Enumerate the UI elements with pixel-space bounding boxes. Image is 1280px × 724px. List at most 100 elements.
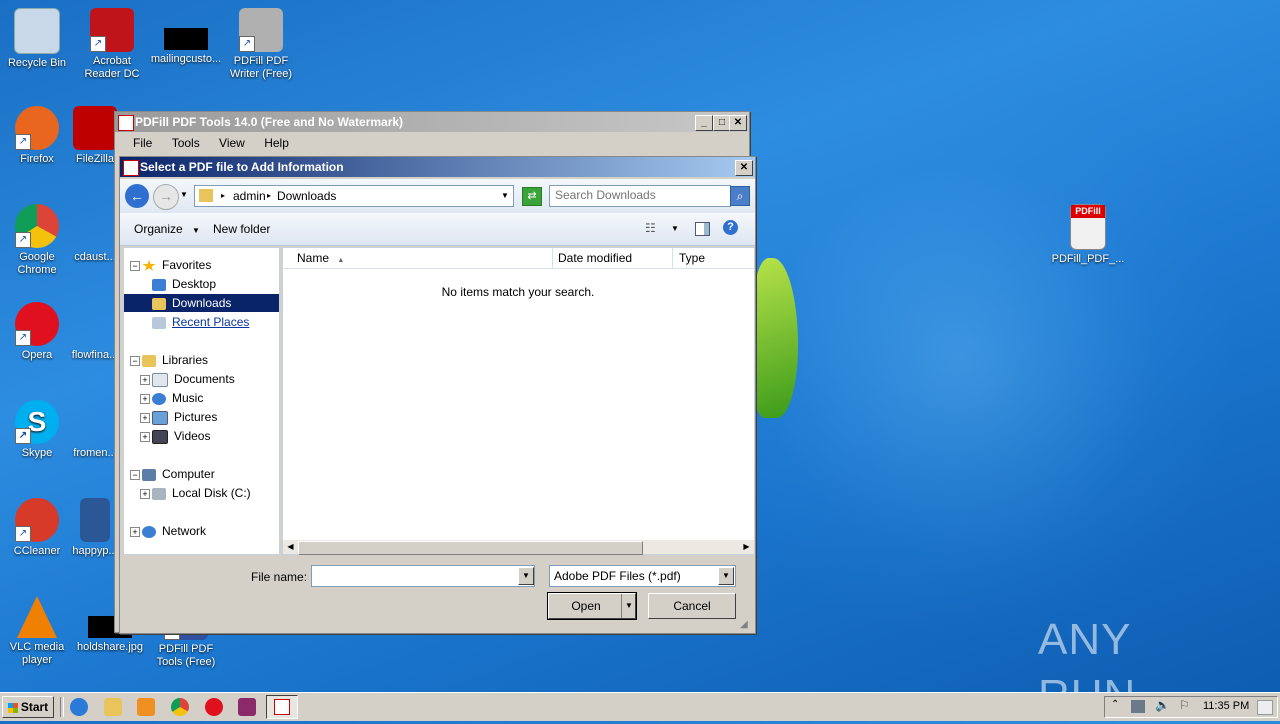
file-type-select[interactable]: Adobe PDF Files (*.pdf) ▼ <box>549 565 736 587</box>
file-name-dropdown-icon[interactable]: ▼ <box>518 567 534 585</box>
refresh-button[interactable]: ⇄ <box>522 187 542 206</box>
expand-pictures-icon[interactable]: + <box>140 413 150 423</box>
taskbar: Start ⌃ 🔈 ⚐ 11:35 PM <box>0 692 1280 721</box>
minimize-button[interactable]: _ <box>695 115 713 131</box>
menu-file[interactable]: File <box>125 134 160 152</box>
show-desktop-button[interactable] <box>1257 700 1273 715</box>
open-button[interactable]: Open ▼ <box>547 592 637 620</box>
history-dropdown-icon[interactable]: ▼ <box>180 190 188 199</box>
expand-network-icon[interactable]: + <box>130 527 140 537</box>
organize-dropdown-icon: ▼ <box>192 226 200 235</box>
collapse-computer-icon[interactable]: − <box>130 470 140 480</box>
nav-pictures[interactable]: Pictures <box>152 408 217 426</box>
cancel-button[interactable]: Cancel <box>648 593 736 619</box>
desktop-icon-recycle-bin[interactable]: Recycle Bin <box>0 8 74 70</box>
explorer-folder-icon[interactable] <box>104 698 122 716</box>
help-icon[interactable]: ? <box>723 220 738 235</box>
collapse-libraries-icon[interactable]: − <box>130 356 140 366</box>
expand-local-disk-icon[interactable]: + <box>140 489 150 499</box>
media-player-icon[interactable] <box>137 698 155 716</box>
pdfill-taskbar-button[interactable] <box>266 695 298 719</box>
search-input[interactable] <box>550 186 725 204</box>
app-titlebar[interactable]: PDFill PDF Tools 14.0 (Free and No Water… <box>115 112 749 132</box>
opera-icon: ↗ <box>15 302 59 346</box>
shortcut-arrow-icon: ↗ <box>90 36 106 52</box>
chrome-taskbar-icon[interactable] <box>171 698 189 716</box>
file-name-input[interactable] <box>312 566 516 584</box>
nav-music[interactable]: Music <box>152 389 203 407</box>
open-split-dropdown-icon[interactable]: ▼ <box>621 594 636 618</box>
command-toolbar: Organize ▼ New folder ☷ ▼ ? <box>120 213 755 246</box>
close-button[interactable]: ✕ <box>729 115 747 131</box>
nav-local-disk[interactable]: Local Disk (C:) <box>152 484 251 502</box>
column-name[interactable]: Name ▲ <box>283 248 553 268</box>
search-button[interactable]: ⌕ <box>730 186 750 206</box>
start-button[interactable]: Start <box>2 696 54 718</box>
nav-libraries[interactable]: Libraries <box>142 351 208 369</box>
windows-logo-icon <box>7 702 18 713</box>
menu-help[interactable]: Help <box>256 134 297 152</box>
forward-button[interactable]: → <box>153 184 179 210</box>
navigation-pane[interactable]: − Favorites Desktop Downloads Recent Pla… <box>123 247 280 555</box>
collapse-favorites-icon[interactable]: − <box>130 261 140 271</box>
column-type[interactable]: Type <box>673 248 754 268</box>
scroll-thumb[interactable] <box>298 541 643 555</box>
nav-desktop[interactable]: Desktop <box>152 275 216 293</box>
nav-favorites[interactable]: Favorites <box>142 256 211 274</box>
tray-expand-icon[interactable]: ⌃ <box>1111 699 1119 710</box>
view-options-icon[interactable]: ☷ <box>645 221 656 235</box>
videos-icon <box>152 429 168 444</box>
desktop-icon-mailingcusto[interactable]: mailingcusto... <box>149 8 223 66</box>
action-center-flag-icon[interactable]: ⚐ <box>1179 698 1190 712</box>
clock[interactable]: 11:35 PM <box>1203 700 1249 712</box>
scroll-right-button[interactable]: ▶ <box>740 540 753 554</box>
preview-pane-icon[interactable] <box>695 222 710 236</box>
back-button[interactable]: ← <box>125 184 149 208</box>
open-file-dialog[interactable]: Select a PDF file to Add Information ✕ ←… <box>119 156 756 634</box>
menu-tools[interactable]: Tools <box>164 134 208 152</box>
quicklaunch-separator <box>60 697 64 717</box>
file-type-dropdown-icon[interactable]: ▼ <box>718 567 734 585</box>
opera-taskbar-icon[interactable] <box>205 698 223 716</box>
scroll-left-button[interactable]: ◀ <box>284 540 297 554</box>
resize-grip-icon[interactable]: ◢ <box>740 619 748 630</box>
expand-documents-icon[interactable]: + <box>140 375 150 385</box>
address-bar[interactable]: ▸ admin ▸ Downloads ▼ <box>194 185 514 207</box>
nav-computer[interactable]: Computer <box>142 465 215 483</box>
recycle-bin-icon <box>14 8 60 54</box>
file-icon <box>73 302 117 346</box>
organize-button[interactable]: Organize ▼ <box>134 222 200 236</box>
winrar-taskbar-icon[interactable] <box>238 698 256 716</box>
nav-videos[interactable]: Videos <box>152 427 210 445</box>
expand-music-icon[interactable]: + <box>140 394 150 404</box>
file-name-combo[interactable]: ▼ <box>311 565 535 587</box>
column-date-modified[interactable]: Date modified <box>553 248 673 268</box>
file-type-value: Adobe PDF Files (*.pdf) <box>554 569 681 583</box>
address-dropdown-icon[interactable]: ▼ <box>501 186 509 206</box>
nav-documents[interactable]: Documents <box>152 370 235 388</box>
volume-tray-icon[interactable]: 🔈 <box>1155 698 1170 712</box>
horizontal-scrollbar[interactable]: ◀ ▶ <box>283 540 754 555</box>
file-list[interactable]: Name ▲ Date modified Type No items match… <box>282 247 755 555</box>
nav-downloads[interactable]: Downloads <box>124 294 279 312</box>
shortcut-arrow-icon: ↗ <box>15 134 31 150</box>
dialog-close-button[interactable]: ✕ <box>735 160 753 176</box>
breadcrumb-downloads[interactable]: Downloads <box>277 186 336 206</box>
network-tray-icon[interactable] <box>1131 700 1145 713</box>
file-icon <box>73 204 117 248</box>
nav-recent-places[interactable]: Recent Places <box>152 313 249 331</box>
menu-view[interactable]: View <box>211 134 253 152</box>
search-field[interactable] <box>549 185 731 207</box>
new-folder-button[interactable]: New folder <box>213 222 270 236</box>
desktop-icon-vlc[interactable]: VLC media player <box>0 596 74 667</box>
address-row: ← → ▼ ▸ admin ▸ Downloads ▼ ⇄ ⌕ <box>120 179 755 213</box>
dialog-titlebar[interactable]: Select a PDF file to Add Information ✕ <box>120 157 755 177</box>
desktop-icon-acrobat[interactable]: ↗ Acrobat Reader DC <box>75 8 149 81</box>
desktop-icon-pdfill-writer[interactable]: ↗ PDFill PDF Writer (Free) <box>224 8 298 81</box>
view-dropdown-icon[interactable]: ▼ <box>671 224 679 233</box>
ie-icon[interactable] <box>70 698 88 716</box>
desktop-icon-pdfill-installer[interactable]: PDFill PDFill_PDF_... <box>1050 204 1126 266</box>
breadcrumb-admin[interactable]: admin <box>233 186 266 206</box>
nav-network[interactable]: Network <box>142 522 206 540</box>
expand-videos-icon[interactable]: + <box>140 432 150 442</box>
